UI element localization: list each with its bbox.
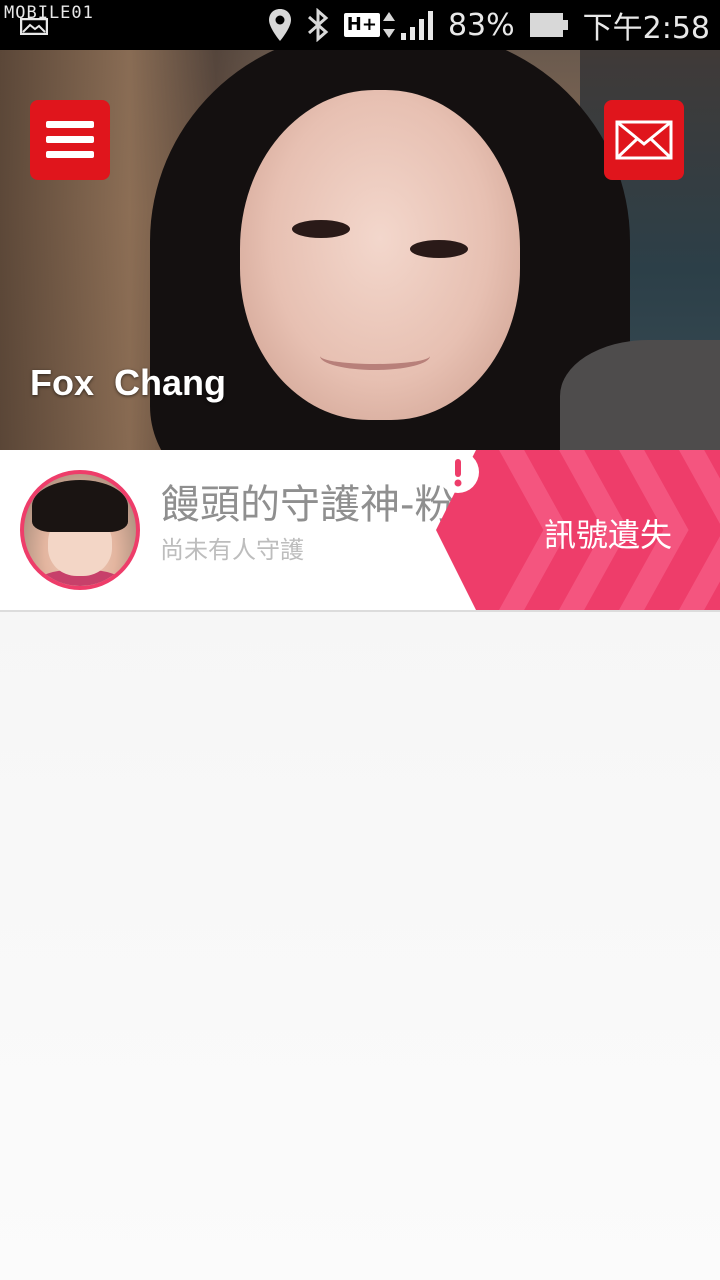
profile-header: Fox Chang xyxy=(0,50,720,450)
data-arrows-icon xyxy=(382,12,395,38)
device-list-item[interactable]: 饅頭的守護神-粉 尚未有人守護 訊號遺失 xyxy=(0,450,720,612)
menu-button[interactable] xyxy=(30,100,110,180)
cover-photo-shoulder xyxy=(560,340,720,450)
signal-icon xyxy=(400,11,433,40)
signal-lost-badge[interactable]: 訊號遺失 xyxy=(436,450,720,610)
app-screen: MOBILE01 H+ 83% 下午2:58 Fox Chang 饅頭的守護神-… xyxy=(0,0,720,1280)
cover-photo-eye xyxy=(410,240,468,258)
cover-photo-mouth xyxy=(320,342,430,370)
cover-photo-face xyxy=(240,90,520,420)
bluetooth-icon xyxy=(307,8,329,42)
clock: 下午2:58 xyxy=(582,11,710,46)
watermark: MOBILE01 xyxy=(4,3,94,23)
hamburger-menu-icon xyxy=(46,121,94,158)
signal-lost-label: 訊號遺失 xyxy=(544,516,673,554)
location-icon xyxy=(268,9,291,41)
status-icons: H+ 83% 下午2:58 xyxy=(254,0,710,50)
device-avatar xyxy=(20,470,140,590)
network-type-label: H+ xyxy=(343,13,380,37)
mail-button[interactable] xyxy=(604,100,684,180)
image-notification-icon xyxy=(20,18,48,35)
cover-photo-eye xyxy=(292,220,350,238)
mail-envelope-icon xyxy=(615,120,673,160)
battery-percent: 83% xyxy=(447,7,515,43)
user-name: Fox Chang xyxy=(30,362,226,403)
avatar-hair xyxy=(32,480,128,532)
status-bar: MOBILE01 H+ 83% 下午2:58 xyxy=(0,0,720,50)
alert-exclamation-icon xyxy=(437,451,479,493)
battery-icon xyxy=(529,13,568,37)
device-name: 饅頭的守護神-粉 xyxy=(160,482,455,528)
device-guardian-status: 尚未有人守護 xyxy=(160,536,304,564)
network-hplus-icon: H+ xyxy=(343,13,380,37)
